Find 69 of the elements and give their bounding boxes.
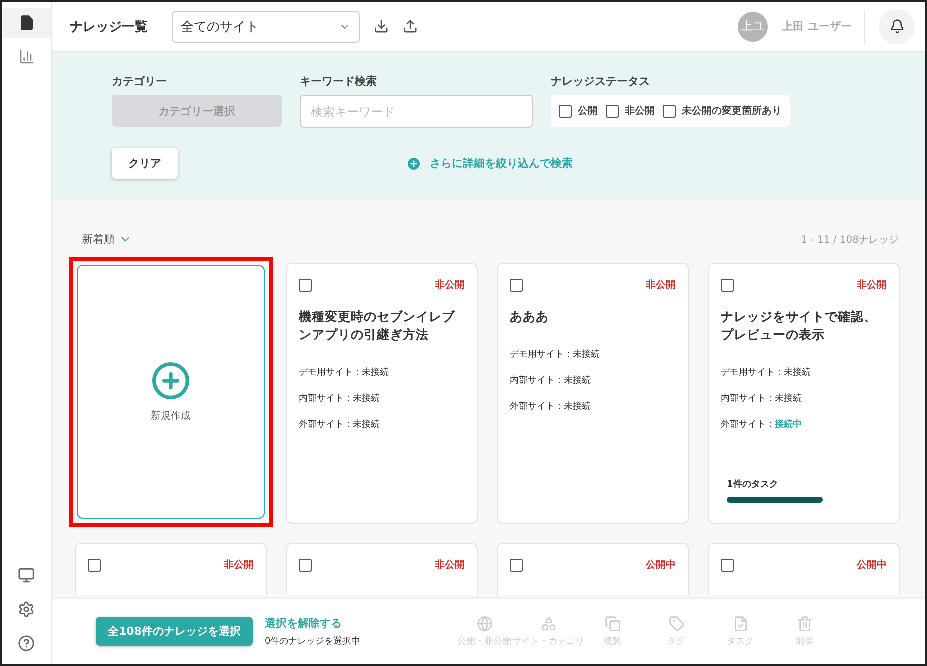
shapes-icon bbox=[540, 616, 557, 632]
user-name: 上田 ユーザー bbox=[782, 10, 865, 44]
knowledge-card[interactable]: 公開中 bbox=[708, 543, 900, 595]
status-label: 非公開 bbox=[646, 278, 676, 292]
checkbox[interactable] bbox=[510, 278, 523, 292]
card-title: 機種変更時のセブンイレブンアプリの引継ぎ方法 bbox=[299, 308, 456, 344]
site-status: デモ用サイト：未接続 bbox=[721, 366, 812, 379]
site-status: 外部サイト：接続中 bbox=[721, 418, 803, 431]
checkbox-label: 公開 bbox=[578, 104, 598, 118]
checkbox[interactable] bbox=[606, 104, 619, 118]
site-status: 内部サイト：未接続 bbox=[721, 392, 803, 405]
select-all-button[interactable]: 全108件のナレッジを選択 bbox=[96, 617, 253, 646]
status-label: 非公開 bbox=[435, 558, 465, 572]
checkbox[interactable] bbox=[559, 104, 572, 118]
tag-icon bbox=[668, 616, 685, 632]
site-status: 内部サイト：未接続 bbox=[299, 392, 381, 405]
page-title: ナレッジ一覧 bbox=[70, 18, 149, 36]
checkbox[interactable] bbox=[663, 104, 676, 118]
checkbox-label: 未公開の変更箇所あり bbox=[682, 104, 782, 118]
knowledge-card[interactable]: 非公開 bbox=[286, 543, 478, 595]
copy-icon bbox=[604, 616, 621, 632]
site-status: デモ用サイト：未接続 bbox=[510, 348, 601, 361]
download-icon[interactable] bbox=[374, 19, 389, 34]
site-status: 外部サイト：未接続 bbox=[299, 418, 381, 431]
checkbox[interactable] bbox=[88, 558, 101, 572]
sort-dropdown[interactable]: 新着順 bbox=[82, 232, 132, 247]
status-label: 非公開 bbox=[224, 558, 254, 572]
bell-icon bbox=[890, 19, 904, 34]
site-status: 内部サイト：未接続 bbox=[510, 374, 592, 387]
globe-icon bbox=[476, 616, 493, 632]
result-count: 1 - 11 / 108ナレッジ bbox=[801, 234, 899, 246]
status-label: 公開中 bbox=[646, 558, 676, 572]
field-label: キーワード検索 bbox=[300, 74, 378, 89]
checkbox[interactable] bbox=[299, 278, 312, 292]
field-label: カテゴリー bbox=[112, 74, 168, 89]
selected-count: 0件のナレッジを選択中 bbox=[264, 636, 361, 648]
task-count: 1件のタスク bbox=[727, 478, 780, 491]
keyword-field[interactable]: 検索キーワード bbox=[300, 95, 533, 128]
create-card[interactable]: 新規作成 bbox=[77, 265, 265, 519]
plus-circle-icon bbox=[151, 361, 191, 401]
checkbox-label: 非公開 bbox=[625, 104, 655, 118]
field-label: ナレッジステータス bbox=[551, 74, 651, 89]
create-label: 新規作成 bbox=[151, 410, 191, 423]
knowledge-card[interactable]: 非公開 あああ デモ用サイト：未接続 内部サイト：未接続 外部サイト：未接続 bbox=[497, 263, 689, 524]
site-status: 外部サイト：未接続 bbox=[510, 400, 592, 413]
checkbox[interactable] bbox=[721, 278, 734, 292]
document-icon[interactable] bbox=[2, 8, 50, 38]
status-label: 非公開 bbox=[857, 278, 887, 292]
deselect-link[interactable]: 選択を解除する bbox=[264, 616, 361, 630]
checkbox[interactable] bbox=[299, 558, 312, 572]
task-icon bbox=[732, 616, 749, 632]
clear-button[interactable]: クリア bbox=[112, 148, 178, 179]
knowledge-card[interactable]: 非公開 ナレッジをサイトで確認、プレビューの表示 デモ用サイト：未接続 内部サイト：未接続 外部サイト：接続中 1件のタスク bbox=[708, 263, 900, 524]
upload-icon[interactable] bbox=[403, 19, 418, 34]
status-label: 非公開 bbox=[435, 278, 465, 292]
site-select[interactable]: 全てのサイト bbox=[172, 10, 360, 42]
site-status: デモ用サイト：未接続 bbox=[299, 366, 390, 379]
checkbox[interactable] bbox=[721, 558, 734, 572]
knowledge-card[interactable]: 非公開 bbox=[75, 543, 267, 595]
knowledge-card[interactable]: 公開中 bbox=[497, 543, 689, 595]
card-title: あああ bbox=[510, 308, 550, 326]
advanced-search-link[interactable]: さらに詳細を絞り込んで検索 bbox=[406, 156, 573, 172]
plus-circle-icon bbox=[406, 156, 422, 172]
card-title: ナレッジをサイトで確認、プレビューの表示 bbox=[721, 308, 878, 344]
notification-button[interactable] bbox=[879, 8, 915, 44]
status-label: 公開中 bbox=[857, 558, 887, 572]
knowledge-card[interactable]: 非公開 機種変更時のセブンイレブンアプリの引継ぎ方法 デモ用サイト：未接続 内部サイト：未接続 外部サイト：未接続 bbox=[286, 263, 478, 524]
delete-icon bbox=[796, 616, 813, 632]
checkbox[interactable] bbox=[510, 558, 523, 572]
